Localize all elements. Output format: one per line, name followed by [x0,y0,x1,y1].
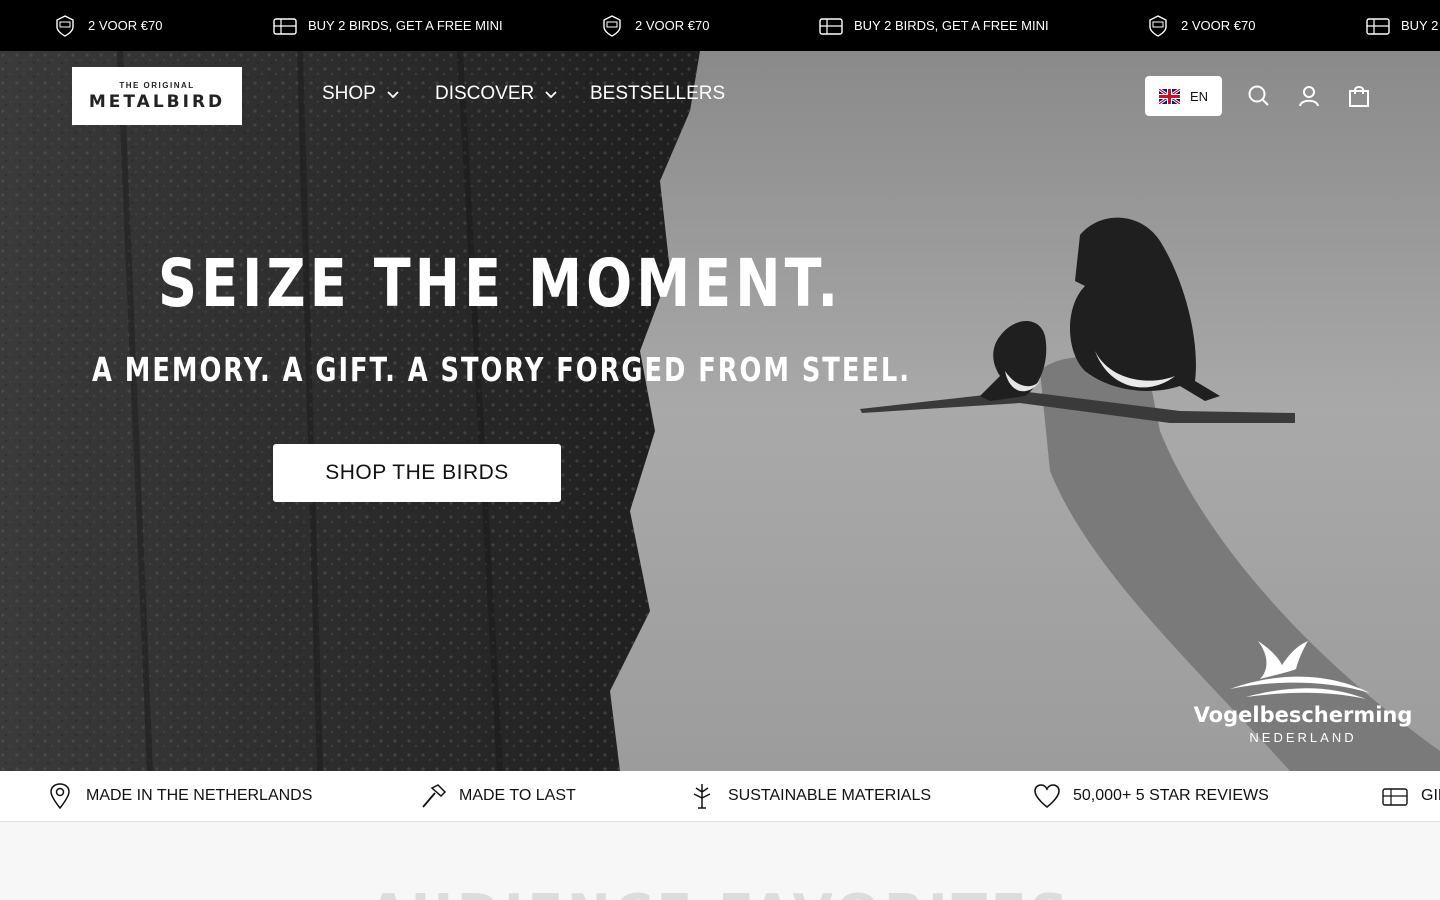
tree-icon [688,782,716,810]
nav-label: BESTSELLERS [590,83,726,104]
language-code: EN [1189,88,1209,104]
gift-card-icon [818,13,844,39]
usp-text: MADE IN THE NETHERLANDS [86,787,313,804]
nav-item-discover[interactable]: DISCOVER [435,80,558,108]
usp-bar: MADE IN THE NETHERLANDS MADE TO LAST SUS… [0,771,1440,822]
language-selector[interactable]: EN [1145,76,1222,116]
usp-item: SUSTAINABLE MATERIALS [688,771,931,821]
cart-icon[interactable] [1346,83,1372,109]
logo-wordmark: METALBIRD [88,91,226,112]
usp-text: MADE TO LAST [459,787,576,804]
heart-icon [1033,782,1061,810]
chevron-down-icon [387,91,399,99]
usp-item: MADE TO LAST [419,771,576,821]
announcement-item[interactable]: BUY 2 BIRDS, GET A FREE MINI [272,0,503,51]
audience-favorites-section: AUDIENCE FAVORITES [0,822,1440,900]
shop-the-birds-button[interactable]: SHOP THE BIRDS [273,444,561,502]
announcement-text: 2 VOOR €70 [88,18,163,33]
partner-bird-logo-icon [1230,641,1370,699]
partner-subtitle: NEDERLAND [1249,730,1357,745]
usp-text: GIFT [1421,787,1440,804]
hammer-icon [419,782,447,810]
sale-badge-icon [599,13,625,39]
announcement-item[interactable]: 2 VOOR €70 [1145,0,1255,51]
section-title: AUDIENCE FAVORITES [0,884,1440,900]
announcement-text: 2 VOOR €70 [1181,18,1256,33]
account-icon[interactable] [1296,83,1322,109]
usp-text: 50,000+ 5 STAR REVIEWS [1073,787,1269,804]
nav-label: SHOP [322,83,376,104]
announcement-text: BUY 2 BIRDS, GET A FREE MINI [854,18,1049,33]
announcement-item[interactable]: 2 VOOR €70 [52,0,162,51]
gift-card-icon [1381,782,1409,810]
search-icon[interactable] [1246,83,1272,109]
site-logo[interactable]: THE ORIGINAL METALBIRD [72,67,242,125]
nav-label: DISCOVER [435,83,535,104]
gift-card-icon [1365,13,1391,39]
hero-subheadline: A MEMORY. A GIFT. A STORY FORGED FROM ST… [92,350,911,389]
chevron-down-icon [545,91,557,99]
announcement-text: BUY 2 BIRDS, GET A FREE MINI [1401,18,1440,33]
announcement-text: 2 VOOR €70 [635,18,710,33]
logo-tagline: THE ORIGINAL [119,80,195,90]
uk-flag-icon [1158,88,1180,104]
sale-badge-icon [1145,13,1171,39]
partner-logo: Vogelbescherming NEDERLAND [1190,635,1416,750]
usp-text: SUSTAINABLE MATERIALS [728,787,932,804]
announcement-item[interactable]: BUY 2 BIRDS, GET A FREE MINI [818,0,1049,51]
announcement-item[interactable]: BUY 2 BIRDS, GET A FREE MINI [1365,0,1440,51]
partner-name: Vogelbescherming [1193,703,1413,727]
nav-item-bestsellers[interactable]: BESTSELLERS [590,80,725,108]
announcement-bar: 2 VOOR €70 BUY 2 BIRDS, GET A FREE MINI … [0,0,1440,51]
hero-headline: SEIZE THE MOMENT. [158,245,843,322]
announcement-item[interactable]: 2 VOOR €70 [599,0,709,51]
sale-badge-icon [52,13,78,39]
usp-item: 50,000+ 5 STAR REVIEWS [1033,771,1269,821]
location-pin-icon [46,782,74,810]
announcement-text: BUY 2 BIRDS, GET A FREE MINI [308,18,503,33]
usp-item: MADE IN THE NETHERLANDS [46,771,312,821]
nav-item-shop[interactable]: SHOP [322,80,400,108]
gift-card-icon [272,13,298,39]
usp-item: GIFT [1381,771,1440,821]
